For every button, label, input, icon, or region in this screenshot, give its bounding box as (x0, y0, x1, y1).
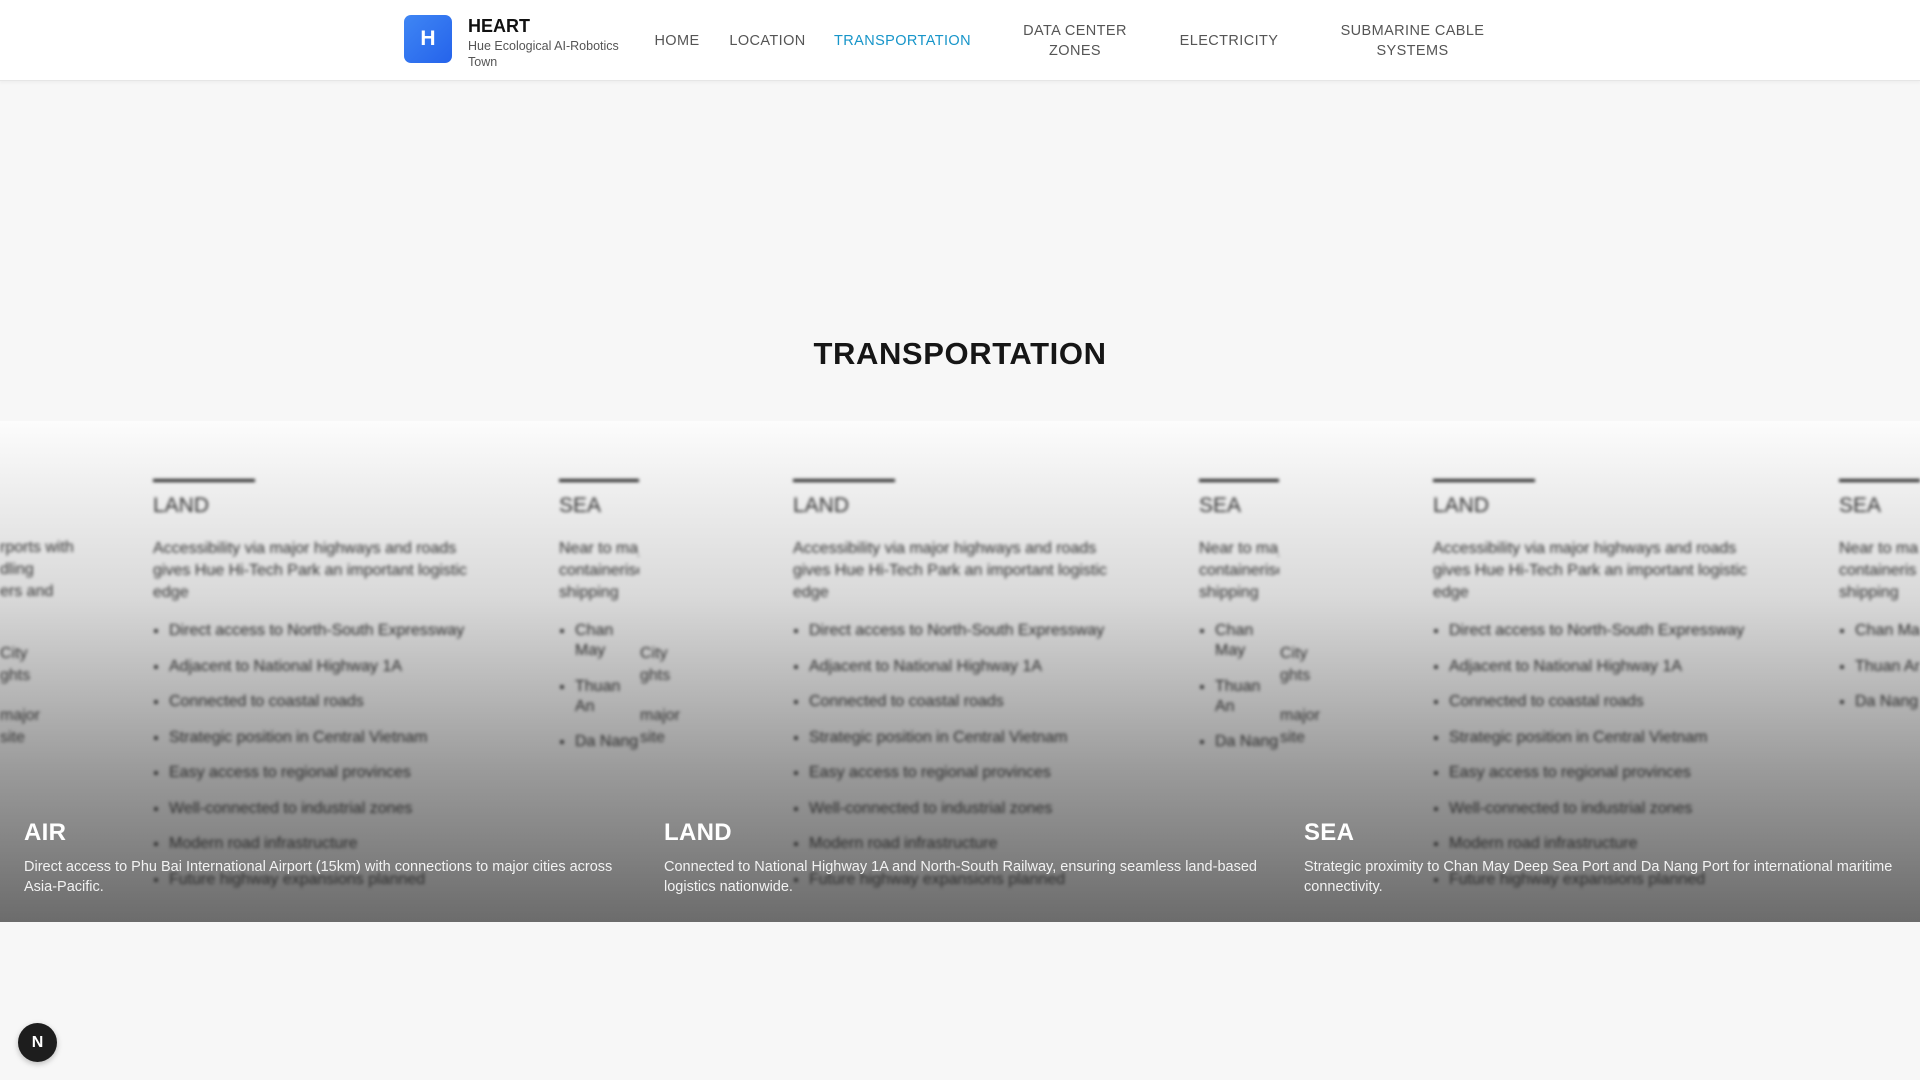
list-item: Connected to coastal roads (169, 692, 483, 712)
fragment-text: City (1280, 645, 1308, 662)
list-item: Da Nang (1215, 732, 1279, 752)
card-title: SEA (1839, 494, 1882, 517)
sea-card: SEA Near to major ports with containeris… (559, 479, 639, 768)
sea-card: SEA Near to major ports with containeris… (1199, 479, 1279, 768)
land-slide-caption[interactable]: LAND Connected to National Highway 1A an… (664, 819, 1284, 897)
list-item: Thuan An (575, 677, 639, 717)
nav-data-center-zones[interactable]: DATA CENTER ZONES (1010, 0, 1140, 81)
list-item: Easy access to regional provinces (809, 763, 1123, 783)
list-item: Chan Ma (1855, 621, 1920, 641)
nav-electricity[interactable]: ELECTRICITY (1176, 0, 1282, 81)
fragment-text: City (0, 645, 28, 662)
list-item: Easy access to regional provinces (169, 763, 483, 783)
sea-card: SEA Near to ma containeris shipping Chan… (1839, 479, 1920, 728)
fragment-text: shipping (1839, 584, 1899, 601)
fragment-text: ghts (0, 667, 31, 684)
brand-name: HEART (468, 16, 530, 36)
nav-home[interactable]: HOME (650, 0, 704, 81)
card-accent-bar (559, 479, 639, 482)
slide-title: LAND (664, 819, 732, 846)
fragment-text: major (1280, 707, 1321, 724)
list-item: Chan May (1215, 621, 1279, 661)
fragment-text: site (1280, 729, 1305, 746)
card-title: SEA (1199, 494, 1242, 517)
list-item: Direct access to North-South Expressway (169, 621, 483, 641)
list-item: Connected to coastal roads (809, 692, 1123, 712)
card-list: Chan May Thuan An Da Nang (559, 621, 639, 752)
card-title: LAND (793, 494, 850, 517)
nav-submarine-cable-systems[interactable]: SUBMARINE CABLE SYSTEMS (1330, 0, 1495, 81)
transportation-carousel[interactable]: rports with dling ers and City ghts majo… (0, 421, 1920, 922)
brand-logo[interactable]: H (404, 15, 452, 63)
fragment-text: ers and (0, 583, 54, 600)
section-header-band (0, 90, 1920, 422)
fragment-text: site (0, 729, 25, 746)
list-item: Well-connected to industrial zones (1449, 799, 1763, 819)
card-title: SEA (559, 494, 602, 517)
list-item: Strategic position in Central Vietnam (1449, 728, 1763, 748)
slide-description: Direct access to Phu Bai International A… (24, 859, 613, 895)
slide-title: SEA (1304, 819, 1355, 846)
list-item: Easy access to regional provinces (1449, 763, 1763, 783)
list-item: Da Nang (1855, 692, 1920, 712)
slide-description: Strategic proximity to Chan May Deep Sea… (1304, 859, 1893, 895)
sea-slide-caption[interactable]: SEA Strategic proximity to Chan May Deep… (1304, 819, 1920, 897)
list-item: Adjacent to National Highway 1A (809, 657, 1123, 677)
fragment-text: City (640, 645, 668, 662)
nav-location[interactable]: LOCATION (727, 0, 808, 81)
fragment-text: Near to ma (1839, 540, 1919, 557)
list-item: Direct access to North-South Expressway (1449, 621, 1763, 641)
list-item: Strategic position in Central Vietnam (169, 728, 483, 748)
card-description: Accessibility via major highways and roa… (153, 540, 467, 601)
fragment-text: ghts (1280, 667, 1311, 684)
list-item: Thuan An (1855, 657, 1920, 677)
list-item: Adjacent to National Highway 1A (169, 657, 483, 677)
top-navigation: H HEART Hue Ecological AI-Robotics Town … (0, 0, 1920, 81)
card-description: Accessibility via major highways and roa… (793, 540, 1107, 601)
fragment-text: major (0, 707, 41, 724)
next-dev-tools-button[interactable]: N (18, 1023, 57, 1062)
list-item: Thuan An (1215, 677, 1279, 717)
card-list: Chan May Thuan An Da Nang (1199, 621, 1279, 752)
list-item: Well-connected to industrial zones (809, 799, 1123, 819)
fragment-text: rports with (0, 539, 74, 556)
slide-title: AIR (24, 819, 67, 846)
fragment-text: containeris (1839, 562, 1917, 579)
card-title: LAND (153, 494, 210, 517)
card-accent-bar (1199, 479, 1279, 482)
slide-description: Connected to National Highway 1A and Nor… (664, 859, 1257, 895)
air-slide-caption[interactable]: AIR Direct access to Phu Bai Internation… (24, 819, 644, 897)
card-description: Near to major ports with containerised h… (559, 540, 639, 601)
card-description: Accessibility via major highways and roa… (1433, 540, 1747, 601)
list-item: Chan May (575, 621, 639, 661)
fragment-text: ghts (640, 667, 671, 684)
brand[interactable]: H HEART Hue Ecological AI-Robotics Town (404, 15, 628, 70)
fragment-text: site (640, 729, 665, 746)
card-accent-bar (793, 479, 895, 482)
card-list: Chan Ma Thuan An Da Nang (1839, 621, 1920, 712)
list-item: Da Nang (575, 732, 639, 752)
list-item: Direct access to North-South Expressway (809, 621, 1123, 641)
list-item: Well-connected to industrial zones (169, 799, 483, 819)
card-accent-bar (1839, 479, 1920, 482)
card-title: LAND (1433, 494, 1490, 517)
card-description: Near to ma containeris shipping (1839, 538, 1920, 604)
brand-tagline: Hue Ecological AI-Robotics Town (468, 39, 619, 69)
list-item: Adjacent to National Highway 1A (1449, 657, 1763, 677)
fragment-text: major (640, 707, 681, 724)
brand-text: HEART Hue Ecological AI-Robotics Town (468, 15, 628, 70)
page-title: TRANSPORTATION (813, 336, 1107, 371)
list-item: Connected to coastal roads (1449, 692, 1763, 712)
nav-transportation[interactable]: TRANSPORTATION (830, 0, 975, 81)
card-accent-bar (153, 479, 255, 482)
list-item: Strategic position in Central Vietnam (809, 728, 1123, 748)
fragment-text: dling (0, 561, 34, 578)
card-accent-bar (1433, 479, 1535, 482)
card-description: Near to major ports with containerised h… (1199, 540, 1279, 601)
